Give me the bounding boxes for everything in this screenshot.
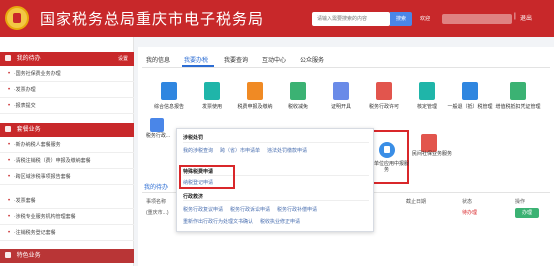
service-tax-declaration[interactable]: 税费申报及缴纳 [231, 80, 279, 124]
service-admin-license[interactable]: 税务行政许可 [360, 80, 408, 124]
dropdown-group-title: 行政救济 [183, 194, 204, 200]
welcome-text: 欢迎 [420, 16, 431, 22]
refund-icon [462, 82, 478, 100]
service-label: 税务行政... [145, 133, 171, 139]
site-title: 国家税务总局重庆市电子税务局 [40, 10, 265, 28]
settings-link[interactable]: 设置 [118, 52, 128, 66]
dropdown-item[interactable]: 税务行政补偿申请 [277, 207, 317, 213]
service-tax-relief[interactable]: 税收减免 [274, 80, 322, 124]
table-header: 状态 [462, 199, 473, 205]
service-tax-refund[interactable]: 一般退（抵）税管理 [446, 80, 494, 124]
header-separator: | [514, 13, 516, 20]
highlight-box-special-application [179, 165, 235, 189]
search-input[interactable] [312, 12, 390, 26]
sidebar-item[interactable]: ·报表提交 [0, 99, 134, 114]
dropdown-item[interactable]: 我的涉税查询 [183, 148, 213, 154]
assessment-icon [419, 82, 435, 100]
handle-button[interactable]: 办理 [515, 208, 539, 218]
sidebar-item[interactable]: ·清税注销税（费）申报及缴纳套餐 [0, 154, 134, 169]
service-label: 税费申报及缴纳 [237, 104, 273, 110]
dropdown-divider [183, 200, 369, 201]
grid-icon [5, 252, 11, 259]
sidebar-item[interactable]: ·发票办理 [0, 83, 134, 98]
service-label: 民间社保业务服务 [412, 151, 453, 157]
search-button[interactable]: 搜索 [390, 12, 412, 26]
dropdown-item[interactable]: 重新作出行政行为处理文书确认 [183, 219, 253, 225]
sidebar-section-package[interactable]: 套餐业务 [0, 123, 134, 137]
tax-emblem-icon [5, 6, 29, 30]
service-label: 综合信息报告 [153, 104, 184, 110]
service-invoice-use[interactable]: 发票使用 [188, 80, 236, 124]
sidebar-section-label: 特色业务 [16, 253, 41, 259]
table-header: 截止日期 [406, 199, 427, 205]
service-label: 税务行政许可 [368, 104, 399, 110]
table-header: 操作 [515, 199, 526, 205]
service-label: 核定管理 [416, 104, 437, 110]
status-badge: 待办理 [462, 210, 478, 216]
sidebar-item[interactable]: ·跨区域涉税事项报告套餐 [0, 170, 134, 185]
todo-section-title: 我的待办 [144, 185, 169, 191]
service-certificate[interactable]: 证明开具 [317, 80, 365, 124]
package-icon [5, 126, 11, 133]
service-label: 发票使用 [201, 104, 222, 110]
social-insurance-icon [379, 142, 395, 158]
tab-public-service[interactable]: 公众服务 [300, 55, 324, 64]
service-label: 增值税抵扣凭证管理 [495, 104, 541, 110]
tab-divider [142, 67, 550, 68]
sidebar-item[interactable]: ·涉税专业服务机构管理套餐 [0, 210, 134, 225]
voucher-icon [510, 82, 526, 100]
dropdown-item[interactable]: 跨（省）市申请单 [220, 148, 260, 154]
dropdown-item[interactable]: 违法处罚缴款申请 [267, 148, 307, 154]
sidebar-section-label: 我的待办 [16, 56, 41, 62]
relief-icon [290, 82, 306, 100]
sidebar-section-label: 套餐业务 [16, 127, 41, 133]
service-dropdown-menu: 涉税处罚 我的涉税查询 跨（省）市申请单 违法处罚缴款申请 特殊税费申请 纳税登记申… [176, 128, 374, 232]
dropdown-item[interactable]: 税务行政复议申请 [183, 207, 223, 213]
service-vat-voucher[interactable]: 增值税抵扣凭证管理 [494, 80, 542, 124]
service-label: 证明开具 [330, 104, 351, 110]
invoice-icon [204, 82, 220, 100]
sidebar-item[interactable]: ·发票套餐 [0, 194, 134, 209]
logout-link[interactable]: 退出 [520, 12, 532, 26]
service-label: 一般退（抵）税管理 [447, 104, 493, 110]
admin-service-icon[interactable] [150, 118, 164, 132]
service-label: 税收减免 [287, 104, 308, 110]
social-service-icon[interactable] [421, 134, 437, 152]
service-assessment[interactable]: 核定管理 [403, 80, 451, 124]
user-name-blurred [442, 14, 512, 24]
tab-query[interactable]: 我要查询 [224, 55, 248, 64]
license-icon [376, 82, 392, 100]
sidebar: 我的待办 设置 ·国务社保费业务办理 ·发票办理 ·报表提交 套餐业务 ·新办纳… [0, 37, 134, 266]
tab-tax-handling[interactable]: 我要办税 [184, 55, 208, 64]
sidebar-section-todo[interactable]: 我的待办 设置 [0, 52, 134, 66]
declaration-icon [247, 82, 263, 100]
dropdown-item[interactable]: 税务行政诉讼申请 [230, 207, 270, 213]
sidebar-section-featured[interactable]: 特色业务 [0, 249, 134, 263]
sidebar-item[interactable]: ·国务社保费业务办理 [0, 67, 134, 82]
table-cell: (重庆市...) [146, 210, 169, 216]
dropdown-item[interactable]: 税收执业修正申请 [260, 219, 300, 225]
sidebar-item[interactable]: ·注销税务登记套餐 [0, 226, 134, 241]
table-header: 事项名称 [146, 199, 167, 205]
certificate-icon [333, 82, 349, 100]
star-icon [5, 55, 11, 62]
dropdown-divider [183, 142, 369, 143]
tab-my-info[interactable]: 我的信息 [146, 55, 170, 64]
report-icon [161, 82, 177, 100]
sidebar-item[interactable]: ·新办纳税人套餐服务 [0, 138, 134, 153]
top-header: 国家税务总局重庆市电子税务局 搜索 欢迎 | 退出 [0, 0, 554, 37]
dropdown-group-title: 涉税处罚 [183, 135, 204, 141]
tab-interaction[interactable]: 互动中心 [262, 55, 286, 64]
